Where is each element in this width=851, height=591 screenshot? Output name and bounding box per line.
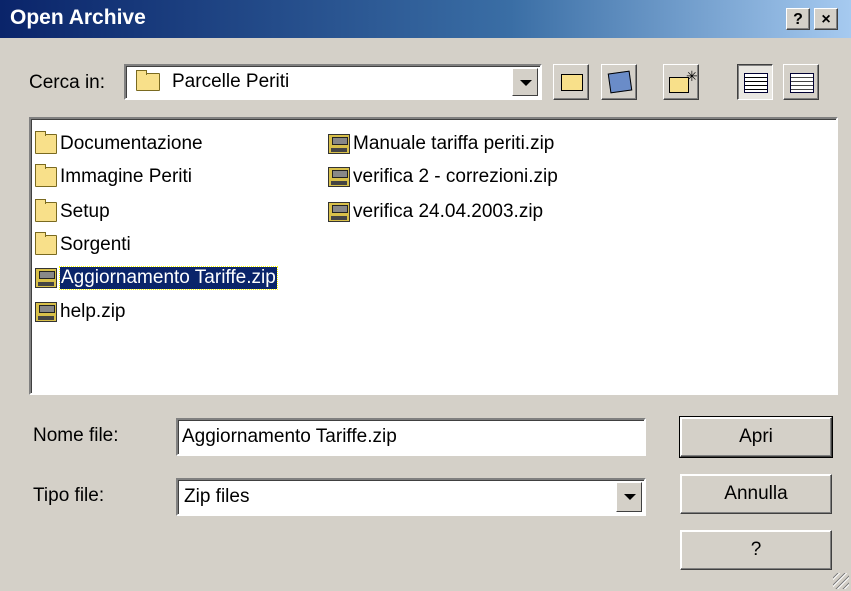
- desktop-icon: [607, 70, 633, 94]
- look-in-label: Cerca in:: [29, 72, 106, 93]
- resize-grip[interactable]: [833, 573, 849, 589]
- zip-archive-icon: [328, 134, 350, 154]
- filetype-dropdown[interactable]: Zip files: [176, 478, 646, 516]
- list-item[interactable]: Documentazione: [35, 131, 203, 157]
- item-name: Immagine Periti: [60, 166, 192, 187]
- item-name: Sorgenti: [60, 234, 131, 255]
- item-name: Manuale tariffa periti.zip: [353, 133, 555, 154]
- title-bar: Open Archive ? ×: [0, 0, 851, 38]
- look-in-value: Parcelle Periti: [172, 71, 290, 92]
- list-item[interactable]: verifica 2 - correzioni.zip: [328, 164, 558, 190]
- details-view-icon: [790, 73, 814, 93]
- zip-archive-icon: [35, 302, 57, 322]
- list-item[interactable]: Aggiornamento Tariffe.zip: [35, 265, 278, 291]
- item-name: help.zip: [60, 301, 126, 322]
- up-folder-icon: [561, 74, 583, 91]
- zip-archive-icon: [35, 268, 57, 288]
- zip-archive-icon: [328, 202, 350, 222]
- filetype-value: Zip files: [184, 486, 250, 507]
- close-button[interactable]: ×: [814, 8, 838, 30]
- list-view-icon: [744, 73, 768, 93]
- new-folder-button[interactable]: ✳: [663, 64, 699, 100]
- list-item[interactable]: Sorgenti: [35, 232, 131, 258]
- window-title: Open Archive: [10, 6, 146, 29]
- help-button[interactable]: ?: [680, 530, 832, 570]
- folder-icon: [35, 131, 57, 154]
- item-name: Documentazione: [60, 133, 203, 154]
- up-folder-button[interactable]: [553, 64, 589, 100]
- folder-icon: [35, 164, 57, 187]
- item-name: Setup: [60, 201, 110, 222]
- cancel-button[interactable]: Annulla: [680, 474, 832, 514]
- chevron-down-icon[interactable]: [616, 482, 642, 512]
- item-name: Aggiornamento Tariffe.zip: [59, 266, 278, 290]
- open-button[interactable]: Apri: [679, 416, 833, 458]
- list-item[interactable]: Immagine Periti: [35, 164, 192, 190]
- sparkle-icon: ✳: [686, 68, 698, 84]
- zip-archive-icon: [328, 167, 350, 187]
- item-name: verifica 24.04.2003.zip: [353, 201, 544, 222]
- folder-icon: [35, 232, 57, 255]
- filename-label: Nome file:: [33, 425, 119, 446]
- details-view-button[interactable]: [783, 64, 819, 100]
- list-item[interactable]: Manuale tariffa periti.zip: [328, 131, 554, 157]
- list-item[interactable]: help.zip: [35, 299, 126, 325]
- folder-icon: [35, 199, 57, 222]
- list-view-button[interactable]: [737, 64, 773, 100]
- file-list[interactable]: Documentazione Immagine Periti Setup Sor…: [29, 117, 838, 395]
- look-in-dropdown[interactable]: Parcelle Periti: [124, 64, 542, 100]
- help-title-button[interactable]: ?: [786, 8, 810, 30]
- filename-input[interactable]: Aggiornamento Tariffe.zip: [176, 418, 646, 456]
- list-item[interactable]: verifica 24.04.2003.zip: [328, 199, 543, 225]
- chevron-down-icon[interactable]: [512, 68, 538, 96]
- list-item[interactable]: Setup: [35, 199, 110, 225]
- desktop-button[interactable]: [601, 64, 637, 100]
- open-folder-icon: [136, 70, 160, 91]
- filetype-label: Tipo file:: [33, 485, 105, 506]
- item-name: verifica 2 - correzioni.zip: [353, 166, 558, 187]
